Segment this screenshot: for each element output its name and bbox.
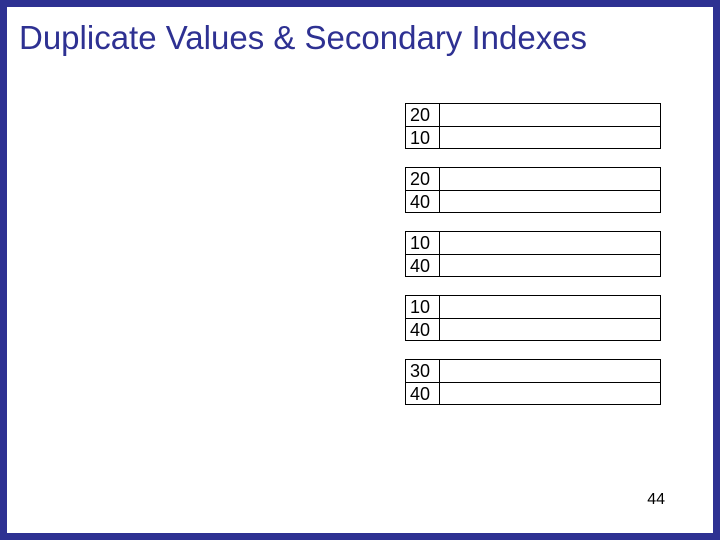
- rest-cell: [440, 104, 660, 126]
- key-cell: 40: [406, 255, 440, 276]
- data-block: 30 40: [405, 359, 661, 405]
- data-row: 20: [406, 168, 660, 190]
- data-row: 40: [406, 318, 660, 340]
- key-cell: 40: [406, 383, 440, 404]
- key-cell: 10: [406, 296, 440, 318]
- key-cell: 20: [406, 168, 440, 190]
- key-cell: 20: [406, 104, 440, 126]
- rest-cell: [440, 127, 660, 148]
- data-block: 20 10: [405, 103, 661, 149]
- page-number: 44: [647, 491, 665, 509]
- data-block: 10 40: [405, 295, 661, 341]
- key-cell: 10: [406, 127, 440, 148]
- key-cell: 30: [406, 360, 440, 382]
- data-row: 40: [406, 190, 660, 212]
- data-block: 20 40: [405, 167, 661, 213]
- data-row: 40: [406, 382, 660, 404]
- key-cell: 10: [406, 232, 440, 254]
- rest-cell: [440, 319, 660, 340]
- data-row: 10: [406, 126, 660, 148]
- key-cell: 40: [406, 319, 440, 340]
- rest-cell: [440, 191, 660, 212]
- data-block: 10 40: [405, 231, 661, 277]
- data-row: 30: [406, 360, 660, 382]
- key-cell: 40: [406, 191, 440, 212]
- rest-cell: [440, 383, 660, 404]
- rest-cell: [440, 232, 660, 254]
- data-row: 20: [406, 104, 660, 126]
- rest-cell: [440, 360, 660, 382]
- data-row: 10: [406, 296, 660, 318]
- data-row: 10: [406, 232, 660, 254]
- rest-cell: [440, 168, 660, 190]
- slide: Duplicate Values & Secondary Indexes 20 …: [0, 0, 720, 540]
- rest-cell: [440, 296, 660, 318]
- data-blocks: 20 10 20 40 10 40: [405, 103, 661, 423]
- data-row: 40: [406, 254, 660, 276]
- rest-cell: [440, 255, 660, 276]
- slide-title: Duplicate Values & Secondary Indexes: [19, 19, 587, 57]
